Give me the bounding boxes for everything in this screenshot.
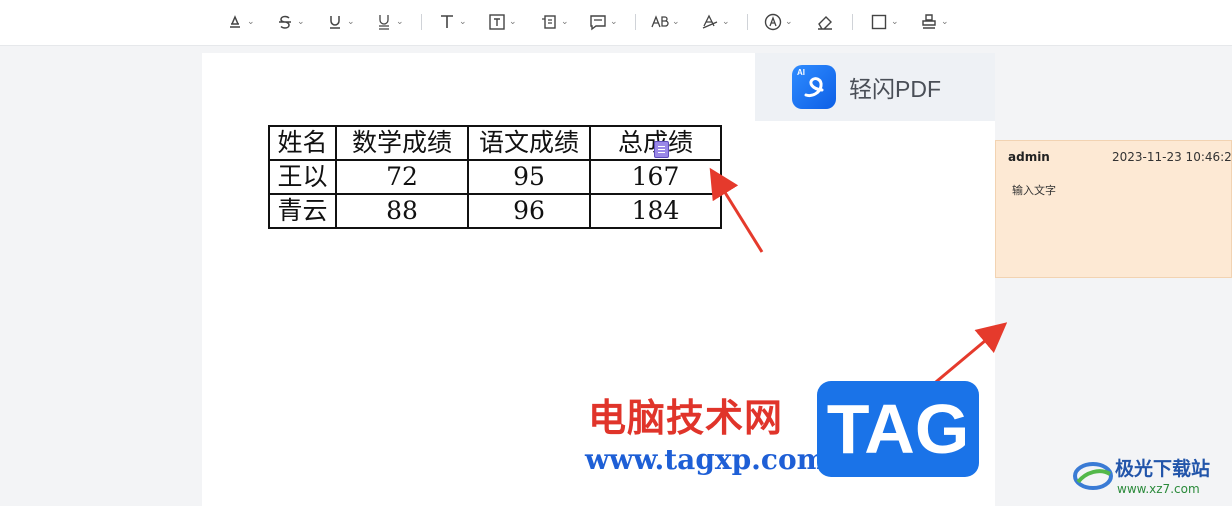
rectangle-icon: [871, 14, 887, 30]
table-row: 青云 88 96 184: [268, 193, 722, 229]
table-cell: 167: [589, 159, 722, 195]
aurora-logo-icon: [1073, 462, 1113, 490]
text-icon: [441, 15, 453, 28]
annotation-toolbar: ⌄ ⌄ ⌄ ⌄ ⌄ ⌄ ⌄ ⌄ ⌄ ⌄ ⌄ ⌄ ⌄: [0, 0, 1232, 46]
table-header-cell: 语文成绩: [467, 125, 591, 161]
strikethrough-tool[interactable]: ⌄: [276, 9, 305, 35]
text-tool[interactable]: ⌄: [438, 9, 467, 35]
brand-banner: AI 轻闪PDF: [755, 53, 995, 121]
underline-tool[interactable]: ⌄: [326, 9, 355, 35]
watermark-url: www.tagxp.com: [585, 443, 827, 476]
comment-card[interactable]: admin 2023-11-23 10:46:23 输入文字: [995, 140, 1232, 278]
table-cell: 88: [335, 193, 469, 229]
watermark2-url: www.xz7.com: [1117, 482, 1200, 496]
underline-icon: [330, 16, 340, 29]
eraser-tool[interactable]: [816, 9, 834, 35]
comment-timestamp: 2023-11-23 10:46:23: [1112, 150, 1232, 164]
toolbar-separator: [635, 14, 636, 30]
squiggly-underline-tool[interactable]: ⌄: [375, 9, 404, 35]
watermark-site-name: 电脑技术网: [588, 396, 784, 440]
table-cell: 184: [589, 193, 722, 229]
brand-name: 轻闪PDF: [849, 76, 941, 102]
table-cell: 王以: [268, 159, 337, 195]
watermark2-site-name: 极光下载站: [1115, 458, 1211, 480]
shape-tool[interactable]: ⌄: [870, 9, 899, 35]
double-underline-icon: [379, 15, 389, 30]
toolbar-separator: [421, 14, 422, 30]
table-header-cell: 数学成绩: [335, 125, 469, 161]
highlight-tool[interactable]: ⌄: [226, 9, 255, 35]
textbox-tool[interactable]: ⌄: [488, 9, 517, 35]
table-header-cell: 姓名: [268, 125, 337, 161]
pen-icon: [764, 13, 782, 31]
table-cell: 96: [467, 193, 591, 229]
watermark-tag-logo: TAG: [817, 381, 979, 477]
insert-text-tool[interactable]: ⌄: [701, 9, 730, 35]
table-cell: 青云: [268, 193, 337, 229]
comment-text-input[interactable]: 输入文字: [1012, 182, 1056, 198]
table-cell: 72: [335, 159, 469, 195]
toolbar-separator: [852, 14, 853, 30]
pen-tool[interactable]: ⌄: [764, 9, 793, 35]
toolbar-separator: [747, 14, 748, 30]
comment-author: admin: [1008, 150, 1050, 164]
note-annotation-icon[interactable]: [654, 141, 669, 158]
textbox-icon: [489, 14, 505, 30]
comment-icon: [590, 15, 606, 31]
stamp-icon: [922, 14, 936, 29]
callout-tool[interactable]: ⌄: [540, 9, 569, 35]
insert-text-icon: [702, 14, 718, 29]
app-logo-icon: AI: [792, 65, 836, 109]
eraser-icon: [818, 16, 832, 30]
callout-icon: [542, 15, 556, 29]
highlighter-icon: [230, 15, 240, 28]
note-tool[interactable]: ⌄: [589, 9, 618, 35]
table-row: 王以 72 95 167: [268, 159, 722, 195]
table-cell: 95: [467, 159, 591, 195]
replace-text-icon: [651, 15, 669, 28]
replace-text-tool[interactable]: ⌄: [651, 9, 680, 35]
stamp-tool[interactable]: ⌄: [920, 9, 949, 35]
strikethrough-icon: [279, 15, 291, 29]
